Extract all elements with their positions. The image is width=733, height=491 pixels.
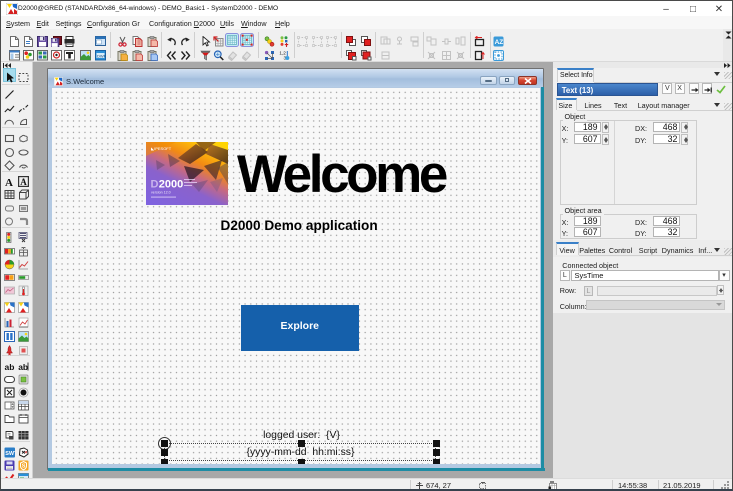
svg-text:DWF: DWF: [97, 53, 106, 58]
svg-text:ab: ab: [18, 362, 28, 372]
svg-text:A: A: [5, 177, 13, 187]
svg-text:ab: ab: [4, 362, 14, 372]
svg-text:AZ: AZ: [495, 39, 504, 46]
svg-text:S: S: [22, 463, 26, 469]
svg-text:version 12.0: version 12.0: [151, 190, 171, 194]
svg-text:SWT: SWT: [5, 451, 15, 457]
svg-text:A: A: [20, 177, 27, 187]
svg-text:◣IPESOFT: ◣IPESOFT: [151, 146, 172, 151]
svg-text:2000: 2000: [159, 178, 183, 190]
svg-text:D: D: [151, 178, 159, 190]
